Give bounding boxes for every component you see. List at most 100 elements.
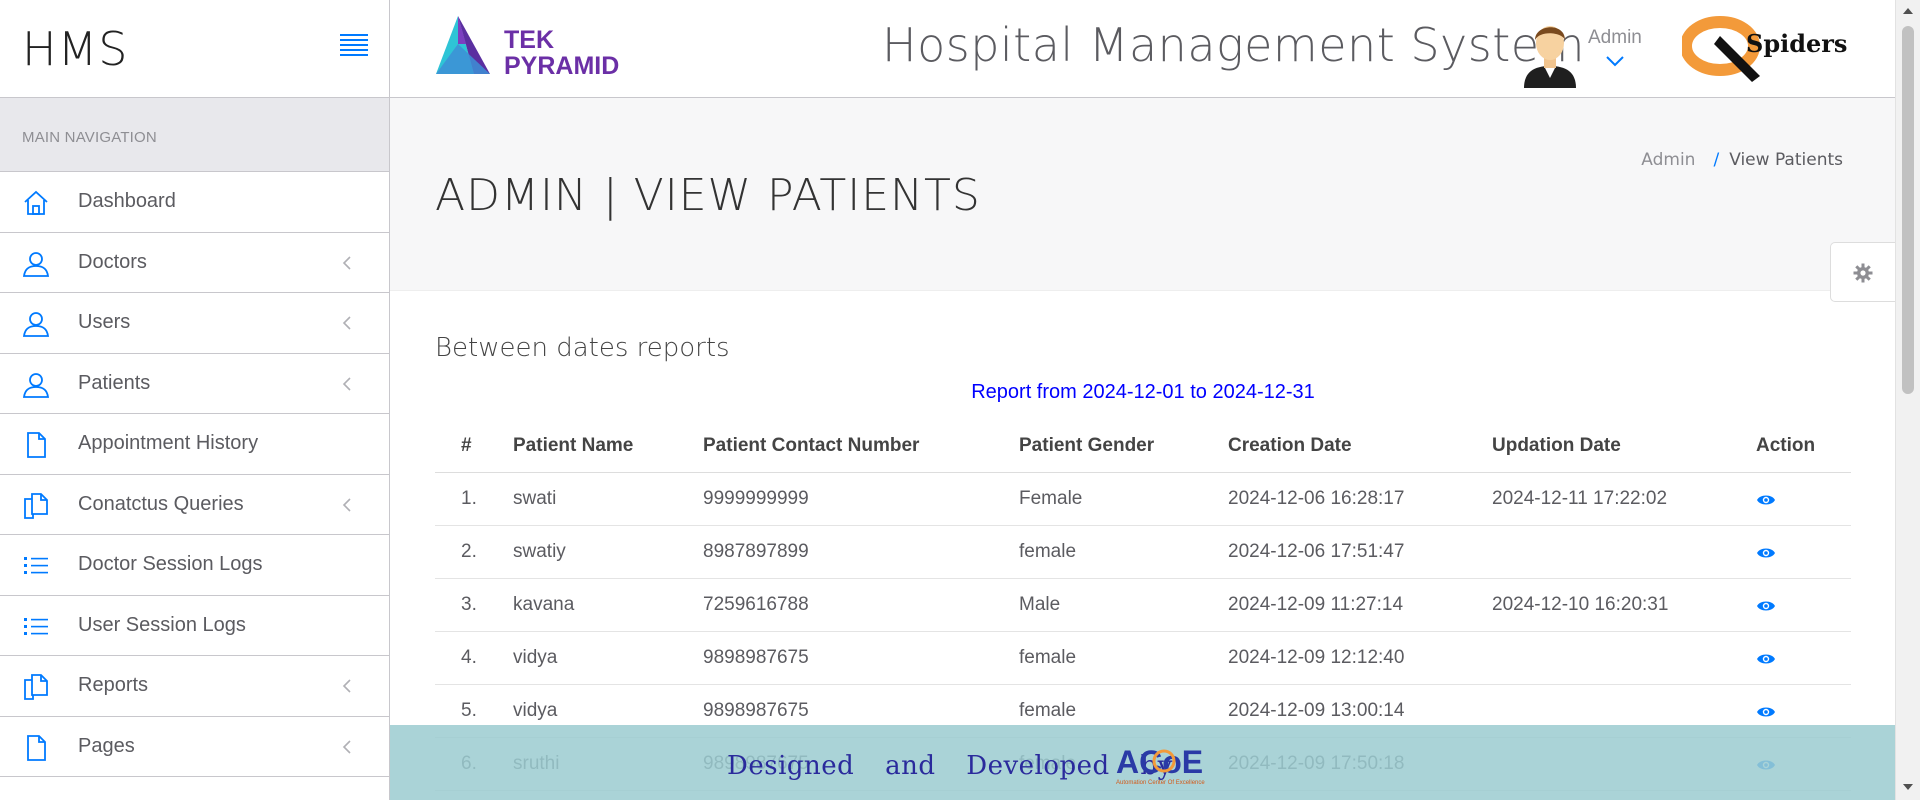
page-title: ADMIN | VIEW PATIENTS	[435, 170, 981, 221]
eye-icon[interactable]	[1756, 597, 1776, 611]
patient-name: vidya	[513, 631, 703, 685]
breadcrumb-separator: /	[1713, 150, 1720, 170]
tek-pyramid-logo: TEK PYRAMID	[436, 16, 619, 78]
column-header: Updation Date	[1492, 420, 1756, 473]
action-cell	[1756, 578, 1851, 632]
patient-gender: female	[1019, 525, 1228, 579]
patient-contact: 7259616788	[703, 578, 1019, 632]
page-header: ADMIN | VIEW PATIENTS Admin / View Patient…	[390, 98, 1895, 291]
app-brand[interactable]: HMS	[22, 22, 128, 76]
row-number: 2.	[435, 525, 513, 579]
file-icon	[22, 431, 50, 459]
table-header-row: # Patient Name Patient Contact Number Pa…	[435, 420, 1851, 473]
sidebar-item-label: Doctors	[78, 250, 147, 273]
settings-button[interactable]	[1830, 242, 1895, 302]
eye-icon[interactable]	[1756, 703, 1776, 717]
sidebar-item-users[interactable]: Users	[0, 293, 389, 354]
home-icon	[22, 189, 50, 217]
svg-text:TEK: TEK	[504, 26, 554, 54]
column-header: #	[435, 420, 513, 473]
patient-name: swati	[513, 472, 703, 526]
report-range: Report from 2024-12-01 to 2024-12-31	[971, 381, 1315, 403]
patient-name: swatiy	[513, 525, 703, 579]
sidebar-item-label: Patients	[78, 371, 151, 394]
sidebar-item-dashboard[interactable]: Dashboard	[0, 172, 389, 233]
updation-date	[1492, 525, 1756, 579]
patient-gender: Male	[1019, 578, 1228, 632]
patient-contact: 9898987675	[703, 631, 1019, 685]
sidebar-item-label: Pages	[78, 734, 135, 757]
sidebar-item-user-session-logs[interactable]: User Session Logs	[0, 596, 389, 656]
eye-icon[interactable]	[1756, 491, 1776, 505]
sidebar: HMS MAIN NAVIGATION Dashboard Doctors User…	[0, 0, 390, 800]
chevron-left-icon	[341, 497, 353, 513]
patient-gender: Female	[1019, 472, 1228, 526]
creation-date: 2024-12-06 17:51:47	[1228, 525, 1492, 579]
action-cell	[1756, 631, 1851, 685]
table-row: 4. vidya 9898987675 female 2024-12-09 12:12:…	[435, 631, 1851, 685]
sidebar-item-label: Doctor Session Logs	[78, 553, 263, 576]
table-row: 3. kavana 7259616788 Male 2024-12-09 11:27:1…	[435, 578, 1851, 632]
nav-section-title: MAIN NAVIGATION	[0, 98, 389, 172]
list-icon	[22, 613, 50, 641]
chevron-down-icon[interactable]	[1605, 54, 1625, 68]
sidebar-item-pages[interactable]: Pages	[0, 717, 389, 777]
svg-text:Spiders: Spiders	[1746, 29, 1847, 58]
row-number: 1.	[435, 472, 513, 526]
user-icon	[22, 310, 50, 338]
vertical-scrollbar[interactable]	[1895, 0, 1920, 800]
file-icon	[22, 734, 50, 762]
files-icon	[22, 673, 50, 701]
eye-icon[interactable]	[1756, 650, 1776, 664]
scroll-down-arrow-icon[interactable]	[1903, 784, 1913, 790]
sidebar-item-label: Appointment History	[78, 432, 259, 455]
list-icon	[22, 552, 50, 580]
updation-date: 2024-12-10 16:20:31	[1492, 578, 1756, 632]
qspiders-logo: Spiders	[1682, 16, 1847, 82]
chevron-left-icon	[341, 376, 353, 392]
sidebar-item-label: User Session Logs	[78, 613, 246, 636]
table-row: 1. swati 9999999999 Female 2024-12-06 16:28:…	[435, 472, 1851, 526]
user-name[interactable]: Admin	[1588, 27, 1642, 49]
user-icon	[22, 250, 50, 278]
user-icon	[22, 371, 50, 399]
sidebar-item-patients[interactable]: Patients	[0, 354, 389, 414]
nav-list: Dashboard Doctors Users Patients Appointment…	[0, 172, 389, 777]
column-header: Action	[1756, 420, 1851, 473]
sidebar-item-conatctus-queries[interactable]: Conatctus Queries	[0, 475, 389, 535]
column-header: Patient Name	[513, 420, 703, 473]
chevron-left-icon	[341, 739, 353, 755]
avatar[interactable]	[1520, 16, 1580, 88]
breadcrumb-admin[interactable]: Admin	[1641, 150, 1695, 170]
sidebar-item-doctors[interactable]: Doctors	[0, 233, 389, 293]
breadcrumb: Admin / View Patients	[1641, 150, 1843, 170]
chevron-left-icon	[341, 255, 353, 271]
action-cell	[1756, 472, 1851, 526]
creation-date: 2024-12-09 11:27:14	[1228, 578, 1492, 632]
footer-text: Designed and Developed by	[727, 751, 1173, 781]
row-number: 3.	[435, 578, 513, 632]
updation-date: 2024-12-11 17:22:02	[1492, 472, 1756, 526]
header-title: Hospital Management System	[882, 18, 1585, 72]
breadcrumb-current: View Patients	[1729, 150, 1843, 170]
patient-gender: female	[1019, 631, 1228, 685]
column-header: Patient Contact Number	[703, 420, 1019, 473]
chevron-left-icon	[341, 678, 353, 694]
updation-date	[1492, 631, 1756, 685]
sidebar-item-doctor-session-logs[interactable]: Doctor Session Logs	[0, 535, 389, 596]
acoe-logo: ACoE Automation Center Of Excellence	[1116, 744, 1205, 786]
sidebar-item-appointment-history[interactable]: Appointment History	[0, 414, 389, 475]
patient-contact: 8987897899	[703, 525, 1019, 579]
scrollbar-thumb[interactable]	[1902, 26, 1914, 394]
scroll-up-arrow-icon[interactable]	[1903, 8, 1913, 14]
menu-toggle-icon[interactable]	[340, 34, 368, 56]
footer: Designed and Developed by ACoE Automatio…	[390, 725, 1895, 800]
table-row: 2. swatiy 8987897899 female 2024-12-06 17:51…	[435, 525, 1851, 579]
sidebar-item-label: Dashboard	[78, 190, 176, 213]
sidebar-item-reports[interactable]: Reports	[0, 656, 389, 717]
patient-contact: 9999999999	[703, 472, 1019, 526]
gear-icon	[1853, 263, 1873, 283]
sidebar-item-label: Users	[78, 311, 131, 334]
section-title: Between dates reports	[435, 333, 730, 363]
eye-icon[interactable]	[1756, 544, 1776, 558]
